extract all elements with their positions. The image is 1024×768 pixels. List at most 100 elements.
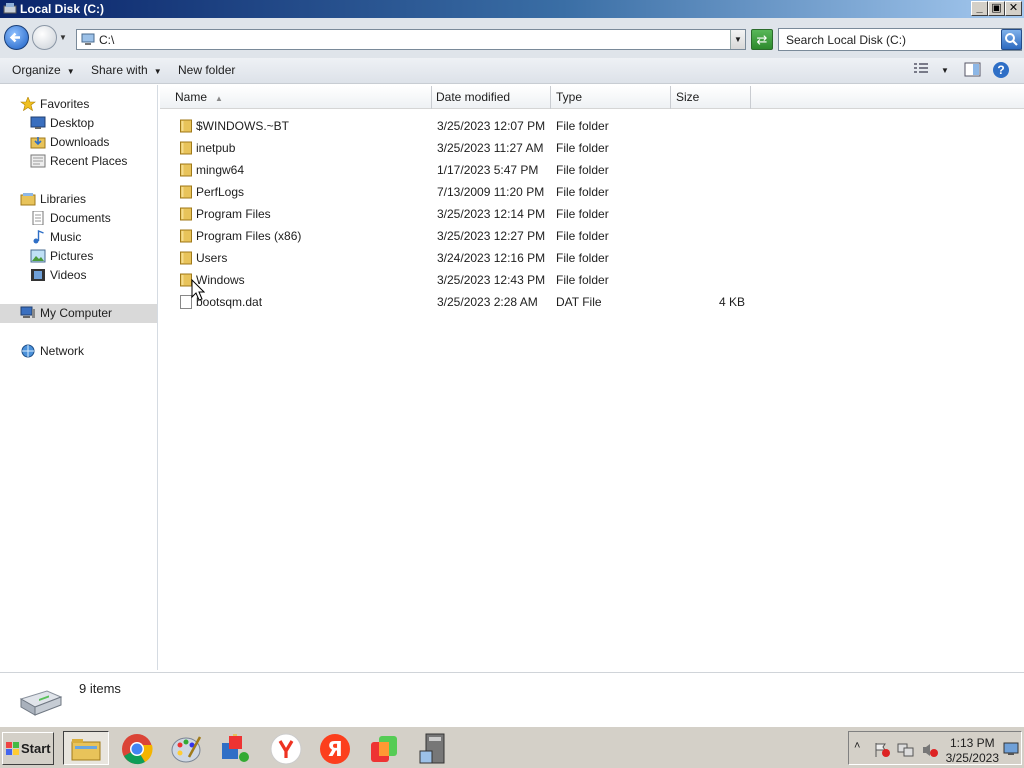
- show-hidden-icons-button[interactable]: ˄: [854, 740, 860, 752]
- file-date: 3/25/2023 12:14 PM: [437, 207, 546, 221]
- file-row[interactable]: PerfLogs 7/13/2009 11:20 PM File folder: [160, 181, 760, 203]
- search-icon: [1005, 33, 1018, 46]
- system-tray: ˄ 1:13 PM 3/25/2023: [848, 731, 1022, 765]
- taskbar-server-manager-button[interactable]: [411, 731, 457, 765]
- view-dropdown-icon[interactable]: ▼: [941, 66, 949, 75]
- history-dropdown-icon[interactable]: ▼: [59, 33, 67, 42]
- recent-places-icon: [30, 154, 46, 168]
- drive-icon: [3, 3, 17, 14]
- view-options-icon[interactable]: [913, 62, 929, 79]
- file-date: 3/25/2023 12:07 PM: [437, 119, 546, 133]
- close-button[interactable]: ✕: [1005, 1, 1022, 16]
- refresh-button[interactable]: ⇄: [751, 29, 773, 50]
- music-icon: [33, 230, 44, 244]
- file-date: 1/17/2023 5:47 PM: [437, 163, 539, 177]
- nav-music[interactable]: Music: [30, 228, 81, 246]
- help-icon[interactable]: ?: [992, 61, 1010, 82]
- file-name: inetpub: [196, 141, 236, 155]
- show-desktop-icon[interactable]: [1003, 742, 1019, 756]
- clock[interactable]: 1:13 PM 3/25/2023: [946, 736, 999, 766]
- file-type: File folder: [556, 163, 609, 177]
- computer-icon: [81, 33, 95, 45]
- file-name: Program Files (x86): [196, 229, 302, 243]
- file-type: File folder: [556, 119, 609, 133]
- server-icon: [419, 733, 445, 764]
- taskbar-chrome-button[interactable]: [114, 731, 160, 765]
- address-path: C:\: [99, 33, 115, 47]
- nav-documents[interactable]: Documents: [30, 209, 111, 227]
- network-status-icon[interactable]: [897, 742, 915, 758]
- yandex-icon: Я: [320, 734, 350, 764]
- file-type: File folder: [556, 207, 609, 221]
- folder-icon: [180, 119, 192, 133]
- column-header-date[interactable]: Date modified: [432, 86, 551, 109]
- file-row[interactable]: Users 3/24/2023 12:16 PM File folder: [160, 247, 760, 269]
- organize-label: Organize: [12, 63, 61, 77]
- action-center-flag-icon[interactable]: [873, 742, 891, 758]
- address-dropdown-icon[interactable]: ▼: [730, 30, 745, 49]
- new-folder-button[interactable]: New folder: [178, 63, 235, 77]
- preview-pane-icon[interactable]: [964, 62, 981, 80]
- nav-network-label: Network: [40, 344, 85, 358]
- file-name: mingw64: [196, 163, 245, 177]
- paint-palette-icon: [171, 736, 202, 763]
- nav-network[interactable]: Network: [20, 342, 84, 360]
- svg-text:Я: Я: [327, 737, 342, 761]
- sort-ascending-icon: ▲: [215, 94, 223, 103]
- forward-button[interactable]: [32, 25, 57, 50]
- nav-recent-label: Recent Places: [50, 154, 128, 168]
- folder-icon: [180, 163, 192, 177]
- yandex-browser-icon: [270, 733, 302, 765]
- taskbar-yandex-browser-button[interactable]: [264, 731, 310, 765]
- nav-my-computer[interactable]: My Computer: [20, 304, 112, 322]
- file-row[interactable]: Windows 3/25/2023 12:43 PM File folder: [160, 269, 760, 291]
- nav-pictures[interactable]: Pictures: [30, 247, 93, 265]
- taskbar-multicolor-app-button[interactable]: [362, 731, 408, 765]
- file-date: 3/24/2023 12:16 PM: [437, 251, 546, 265]
- file-row[interactable]: $WINDOWS.~BT 3/25/2023 12:07 PM File folde…: [160, 115, 760, 137]
- maximize-button[interactable]: ▣: [988, 1, 1005, 16]
- taskbar-yandex-button[interactable]: Я: [313, 731, 359, 765]
- share-with-button[interactable]: Share with ▼: [91, 63, 162, 77]
- organize-button[interactable]: Organize ▼: [12, 63, 75, 77]
- file-row[interactable]: inetpub 3/25/2023 11:27 AM File folder: [160, 137, 760, 159]
- file-row[interactable]: mingw64 1/17/2023 5:47 PM File folder: [160, 159, 760, 181]
- minimize-button[interactable]: _: [971, 1, 988, 16]
- nav-downloads[interactable]: Downloads: [30, 133, 109, 151]
- search-button[interactable]: [1001, 29, 1022, 50]
- file-row[interactable]: bootsqm.dat 3/25/2023 2:28 AM DAT File 4 KB: [160, 291, 760, 313]
- nav-videos[interactable]: Videos: [30, 266, 86, 284]
- nav-libraries[interactable]: Libraries: [20, 190, 86, 208]
- back-button[interactable]: [4, 25, 29, 50]
- shapes-app-icon: [222, 734, 249, 762]
- file-row[interactable]: Program Files 3/25/2023 12:14 PM File fold…: [160, 203, 760, 225]
- file-row[interactable]: Program Files (x86) 3/25/2023 12:27 PM Fil…: [160, 225, 760, 247]
- address-input[interactable]: C:\: [76, 29, 746, 50]
- folder-icon: [180, 207, 192, 221]
- column-header-type[interactable]: Type: [551, 86, 671, 109]
- nav-documents-label: Documents: [50, 211, 111, 225]
- file-date: 7/13/2009 11:20 PM: [437, 185, 545, 199]
- nav-desktop[interactable]: Desktop: [30, 114, 94, 132]
- file-type: File folder: [556, 141, 609, 155]
- start-button[interactable]: Start: [2, 732, 54, 765]
- file-type: File folder: [556, 229, 609, 243]
- videos-icon: [31, 269, 45, 281]
- column-header-size[interactable]: Size: [671, 86, 751, 109]
- chrome-icon: [122, 734, 153, 765]
- drive-icon: [19, 690, 63, 716]
- taskbar-app-button[interactable]: [212, 731, 258, 765]
- taskbar-paint-button[interactable]: [163, 731, 209, 765]
- share-with-label: Share with: [91, 63, 148, 77]
- taskbar-explorer-button[interactable]: [63, 731, 109, 765]
- nav-pictures-label: Pictures: [50, 249, 94, 263]
- star-icon: [20, 97, 36, 111]
- nav-favorites[interactable]: Favorites: [20, 95, 89, 113]
- volume-muted-icon[interactable]: [921, 742, 939, 758]
- column-name-label: Name: [175, 90, 208, 104]
- nav-recent-places[interactable]: Recent Places: [30, 152, 127, 170]
- search-input[interactable]: Search Local Disk (C:): [778, 28, 1022, 51]
- folder-icon: [180, 141, 192, 155]
- file-size: 4 KB: [718, 295, 745, 309]
- column-header-name[interactable]: Name ▲: [160, 86, 432, 109]
